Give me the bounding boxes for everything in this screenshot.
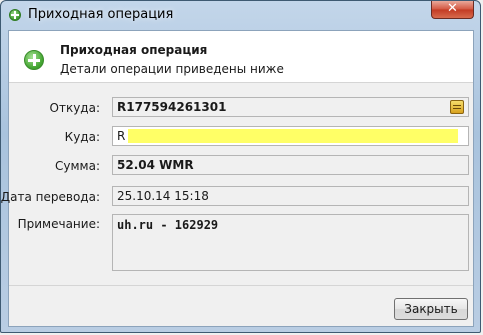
- amount-field[interactable]: 52.04 WMR: [112, 155, 469, 175]
- dialog-header: Приходная операция Детали операции приве…: [9, 31, 473, 83]
- dialog-footer: Закрыть: [9, 285, 473, 327]
- dialog-client: Приходная операция Детали операции приве…: [1, 30, 474, 327]
- wallet-icon[interactable]: [450, 100, 464, 114]
- to-label: Куда:: [64, 130, 100, 144]
- from-value: R177594261301: [117, 100, 227, 114]
- title-bar[interactable]: Приходная операция ✕: [1, 1, 480, 31]
- to-field[interactable]: R: [112, 126, 469, 146]
- header-title: Приходная операция: [60, 43, 208, 57]
- window-title: Приходная операция: [28, 7, 174, 22]
- note-label: Примечание:: [17, 217, 100, 231]
- green-plus-icon: [9, 9, 21, 21]
- close-button[interactable]: Закрыть: [394, 298, 468, 320]
- header-subtitle: Детали операции приведены ниже: [60, 62, 284, 76]
- green-plus-icon: [24, 50, 44, 70]
- from-label: Откуда:: [49, 101, 100, 115]
- amount-label: Сумма:: [55, 159, 100, 173]
- date-label: Дата перевода:: [0, 190, 100, 204]
- to-highlight: [128, 129, 458, 143]
- window-close-button[interactable]: ✕: [431, 1, 474, 19]
- amount-value: 52.04 WMR: [117, 158, 194, 172]
- date-value: 25.10.14 15:18: [117, 189, 209, 203]
- date-field[interactable]: 25.10.14 15:18: [112, 186, 469, 206]
- dialog-window: Приходная операция ✕ Приходная операция …: [0, 0, 481, 333]
- to-value: R: [117, 129, 126, 143]
- from-field[interactable]: R177594261301: [112, 97, 469, 117]
- note-field[interactable]: uh.ru - 162929: [112, 214, 469, 271]
- note-value: uh.ru - 162929: [117, 218, 219, 232]
